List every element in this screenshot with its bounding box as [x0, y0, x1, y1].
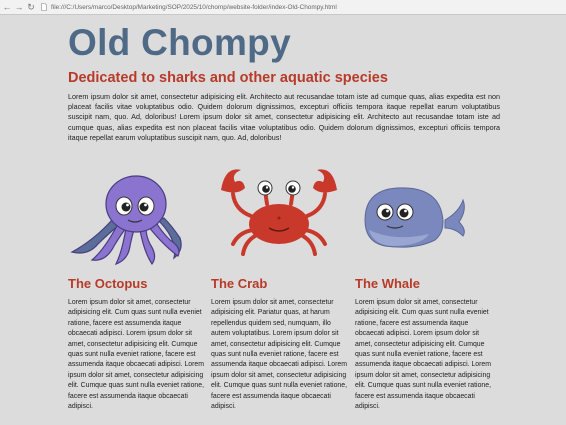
animal-description: Lorem ipsum dolor sit amet, consectetur … [68, 299, 204, 411]
animal-title: The Crab [211, 276, 268, 291]
reload-icon[interactable]: ↻ [26, 1, 36, 13]
crab-icon [221, 169, 337, 256]
animal-title: The Whale [355, 276, 421, 291]
page-tagline: Dedicated to sharks and other aquatic sp… [68, 70, 388, 86]
animal-description: Lorem ipsum dolor sit amet, consectetur … [211, 299, 347, 411]
animal-title: The Octopus [68, 276, 148, 291]
whale-icon [364, 187, 465, 248]
file-page-icon [41, 3, 47, 11]
browser-toolbar: ← → ↻ file:///C:/Users/marco/Desktop/Mar… [0, 0, 566, 15]
intro-paragraph: Lorem ipsum dolor sit amet, consectetur … [68, 92, 500, 142]
forward-arrow-icon[interactable]: → [14, 1, 24, 13]
page-title: Old Chompy [68, 22, 291, 63]
octopus-icon [70, 175, 182, 266]
animal-card-octopus: The Octopus Lorem ipsum dolor sit amet, … [68, 160, 206, 410]
animal-card-whale: The Whale Lorem ipsum dolor sit amet, co… [355, 160, 493, 410]
animal-description: Lorem ipsum dolor sit amet, consectetur … [355, 299, 491, 411]
back-arrow-icon[interactable]: ← [2, 1, 12, 13]
address-bar[interactable]: file:///C:/Users/marco/Desktop/Marketing… [51, 4, 337, 11]
animal-card-crab: The Crab Lorem ipsum dolor sit amet, con… [211, 160, 349, 410]
